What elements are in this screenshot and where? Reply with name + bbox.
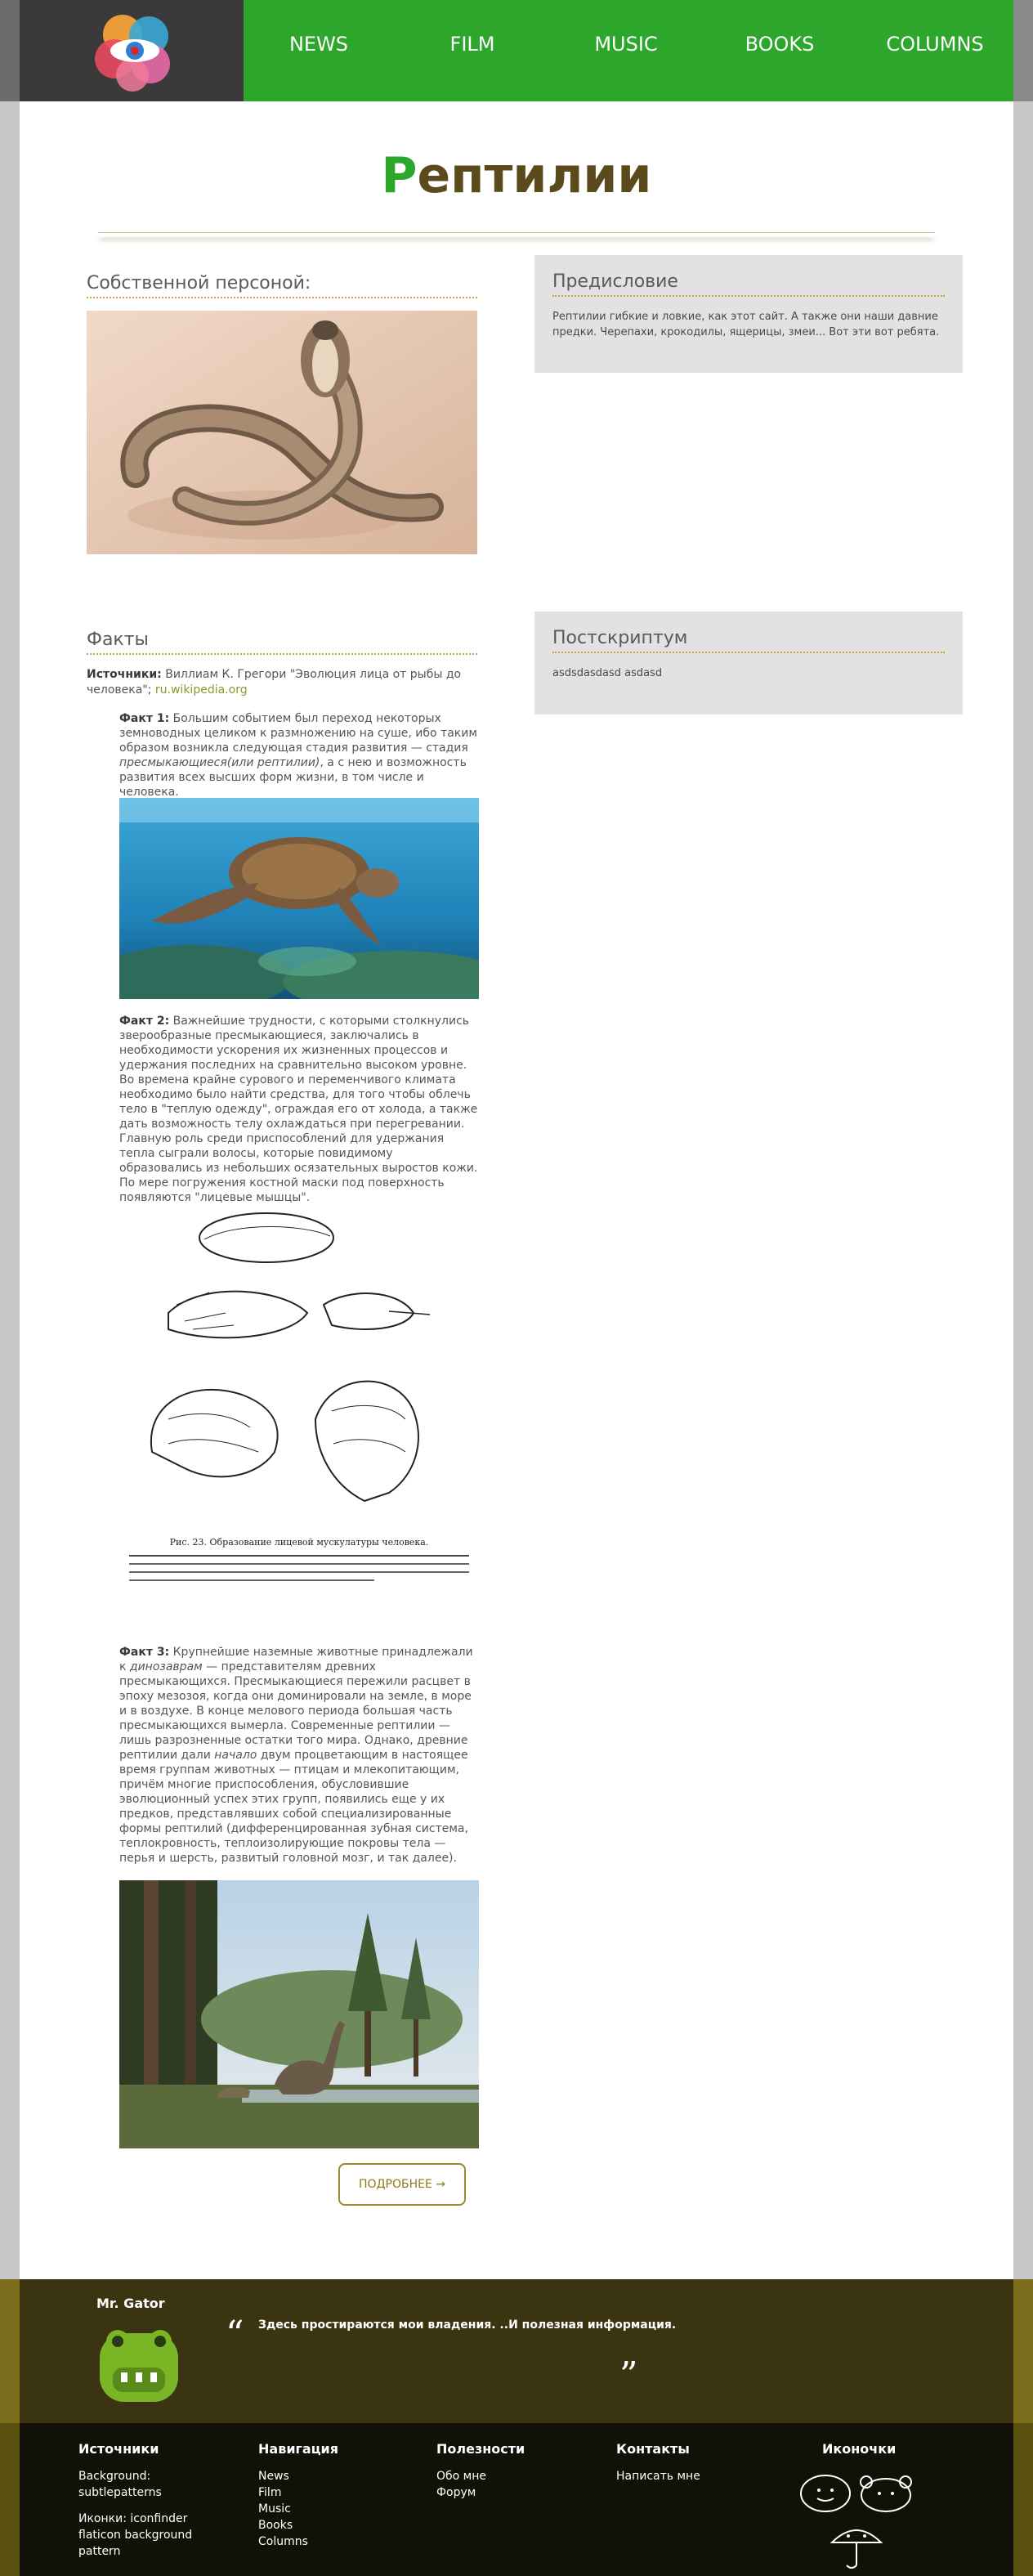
postscript-title: Постскриптум	[552, 628, 945, 653]
quote-close-icon: ”	[619, 2354, 638, 2396]
fact-1-emphasis: пресмыкающиеся(или рептилии)	[119, 756, 320, 769]
figure-caption: Рис. 23. Образование лицевой мускулатуры…	[170, 1537, 429, 1548]
footer-source-item: Background:	[78, 2470, 151, 2483]
footer-quote-band: Mr. Gator “ Здесь простираются мои владе…	[0, 2279, 1033, 2423]
footer-source-item[interactable]: Иконки: iconfinder	[78, 2511, 192, 2527]
footer-nav-columns[interactable]: Columns	[258, 2533, 338, 2550]
nav-books[interactable]: BOOKS	[714, 29, 845, 59]
fact-3-text-c: двум процветающим в настоящее время груп…	[119, 1749, 468, 1865]
dinosaur-forest-photo	[119, 1880, 479, 2148]
footer-col-contacts: Контакты Написать мне	[616, 2441, 700, 2484]
fact-3-text-b: — представителям древних пресмыкающихся.…	[119, 1660, 472, 1762]
footer-col-nav: Навигация News Film Music Books Columns	[258, 2441, 338, 2550]
bear-face-icon[interactable]	[860, 2475, 912, 2512]
footer-col-useful: Полезности Обо мне Форум	[436, 2441, 525, 2501]
footer-col-contacts-title: Контакты	[616, 2441, 690, 2457]
fact-3-emphasis-2: начало	[214, 1749, 257, 1762]
main-nav: NEWS FILM MUSIC BOOKS COLUMNS	[244, 0, 1013, 101]
footer-col-icons-title: Иконочки	[822, 2441, 897, 2457]
footer-about-link[interactable]: Обо мне	[436, 2468, 525, 2484]
title-divider	[98, 232, 935, 237]
header-edge-left	[0, 0, 20, 101]
preface-text: Рептилии гибкие и ловкие, как этот сайт.…	[552, 311, 940, 338]
nav-film[interactable]: FILM	[407, 29, 538, 59]
footer-nav-books[interactable]: Books	[258, 2517, 338, 2533]
sea-turtle-photo	[119, 798, 479, 999]
footer-icons	[794, 2474, 925, 2572]
postscript-box: Постскриптум asdsdasdasd asdasd	[534, 612, 963, 715]
fact-2-label: Факт 2:	[119, 1015, 170, 1028]
footer-nav-music[interactable]: Music	[258, 2501, 338, 2517]
more-button[interactable]: ПОДРОБНЕЕ →	[338, 2163, 466, 2206]
main-content: Рептилии Собственной персоной: Предислов…	[20, 101, 1013, 2279]
footer-col-icons: Иконочки	[822, 2441, 896, 2468]
wikipedia-link[interactable]: ru.wikipedia.org	[155, 683, 248, 697]
page-title-initial: Р	[381, 147, 418, 204]
sources-label: Источники:	[87, 668, 162, 681]
fact-1-label: Факт 1:	[119, 712, 170, 725]
site-header: NEWS FILM MUSIC BOOKS COLUMNS	[0, 0, 1033, 101]
footer-edge-left	[0, 2279, 20, 2423]
footer-col-nav-title: Навигация	[258, 2441, 339, 2457]
logo-block	[20, 0, 244, 101]
page-title-rest: ептилии	[417, 147, 652, 204]
fact-1-text-a: Большим событием был переход некоторых з…	[119, 712, 477, 755]
fact-3: Факт 3: Крупнейшие наземные животные при…	[119, 1645, 479, 1866]
gator-avatar-icon	[100, 2330, 178, 2402]
fact-1: Факт 1: Большим событием был переход нек…	[119, 711, 479, 800]
footer-nav-news[interactable]: News	[258, 2468, 338, 2484]
fact-3-emphasis-1: динозаврам	[129, 1660, 203, 1673]
fact-3-label: Факт 3:	[119, 1646, 170, 1659]
page-title: Рептилии	[20, 147, 1013, 204]
footer-source-item[interactable]: pattern	[78, 2543, 192, 2560]
footer-write-me-link[interactable]: Написать мне	[616, 2468, 700, 2484]
fact-2-text: Важнейшие трудности, с которыми столкнул…	[119, 1015, 478, 1204]
footer-edge-right	[1013, 2279, 1033, 2423]
quote-open-icon: “	[226, 2314, 244, 2355]
preface-title: Предисловие	[552, 271, 945, 297]
footer-links: Источники Background: subtlepatterns Ико…	[0, 2423, 1033, 2576]
footer-col-useful-title: Полезности	[436, 2441, 525, 2457]
nav-columns[interactable]: COLUMNS	[870, 29, 1000, 59]
footer-bottom-edge-left	[0, 2423, 20, 2576]
footer-quote: Здесь простираются мои владения. ..И пол…	[258, 2318, 677, 2332]
footer-source-item[interactable]: subtlepatterns	[78, 2484, 192, 2501]
cobra-photo	[87, 311, 477, 554]
section-heading-itself: Собственной персоной:	[87, 273, 477, 298]
nav-news[interactable]: NEWS	[253, 29, 384, 59]
umbrella-face-icon[interactable]	[830, 2529, 883, 2569]
footer-col-sources-title: Источники	[78, 2441, 159, 2457]
author-name: Mr. Gator	[96, 2296, 165, 2311]
eye-petals-logo-icon[interactable]	[90, 7, 180, 95]
sources-line: Источники: Виллиам К. Грегори "Эволюция …	[87, 667, 477, 698]
nav-music[interactable]: MUSIC	[561, 29, 691, 59]
smiley-face-icon[interactable]	[800, 2475, 851, 2512]
fact-2: Факт 2: Важнейшие трудности, с которыми …	[119, 1014, 479, 1205]
face-musculature-figure: Рис. 23. Образование лицевой мускулатуры…	[119, 1207, 479, 1607]
footer-nav-film[interactable]: Film	[258, 2484, 338, 2501]
footer-col-sources: Источники Background: subtlepatterns Ико…	[78, 2441, 192, 2560]
preface-box: Предисловие Рептилии гибкие и ловкие, ка…	[534, 255, 963, 373]
footer-forum-link[interactable]: Форум	[436, 2484, 525, 2501]
header-edge-right	[1013, 0, 1033, 101]
postscript-text: asdsdasdasd asdasd	[552, 667, 663, 679]
section-heading-facts: Факты	[87, 629, 477, 655]
footer-source-item[interactable]: flaticon background	[78, 2527, 192, 2543]
footer-bottom-edge-right	[1013, 2423, 1033, 2576]
